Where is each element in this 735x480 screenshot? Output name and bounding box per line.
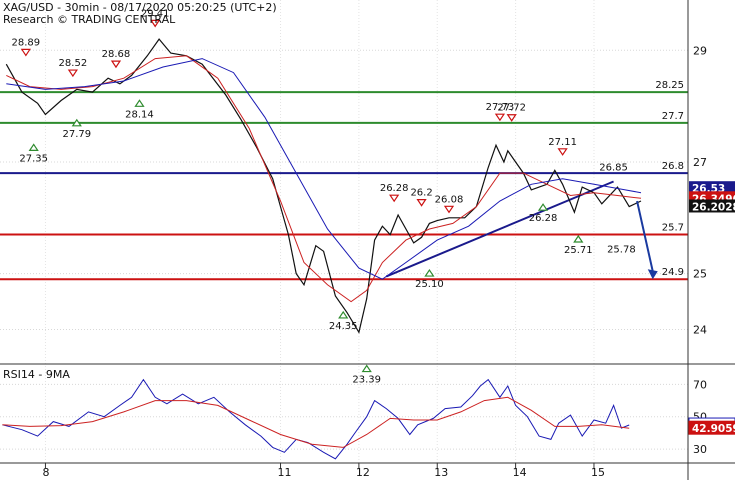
- swing-low-label: 27.35: [19, 153, 48, 164]
- swing-low-label: 24.35: [329, 321, 358, 332]
- level-label: 27.7: [662, 111, 684, 122]
- time-axis-tick-label: 11: [278, 466, 292, 479]
- level-label: 26.8: [662, 161, 684, 172]
- swing-low-label: 27.79: [62, 129, 91, 140]
- swing-high-label: 26.08: [435, 194, 464, 205]
- level-label: 24.9: [662, 267, 684, 278]
- swing-low-label: 26.28: [529, 213, 558, 224]
- indicator-axis-ticks: 705030: [693, 378, 707, 456]
- swing-low-label: 25.10: [415, 279, 444, 290]
- time-axis-tick-label: 8: [42, 466, 49, 479]
- swing-low-label: 23.39: [352, 375, 381, 386]
- price-tags: 26.5326.349626.2028: [689, 181, 735, 213]
- price-axis-tick-label: 25: [693, 268, 707, 281]
- swing-high-label: 26.28: [380, 183, 409, 194]
- price-axis-tick-label: 27: [693, 156, 707, 169]
- indicator-value-tags: 44.863242.9059: [688, 417, 735, 435]
- price-axis-tick-label: 29: [693, 44, 707, 57]
- time-axis-tick-label: 15: [591, 466, 605, 479]
- indicator-axis-tick-label: 70: [693, 378, 707, 391]
- time-axis-tick-label: 12: [356, 466, 370, 479]
- swing-low-label: 25.71: [564, 245, 593, 256]
- swing-high-label: 28.68: [102, 49, 131, 60]
- swing-low-label: 28.14: [125, 109, 154, 120]
- swing-high-label: 27.11: [548, 137, 577, 148]
- chart-background: [0, 0, 735, 480]
- swing-high-label: 27.72: [497, 103, 526, 114]
- swing-high-label: 26.2: [410, 188, 432, 199]
- price-axis-tick-label: 24: [693, 323, 707, 336]
- indicator-tag-label: 42.9059: [692, 423, 735, 435]
- annotation-label: 25.78: [607, 244, 636, 255]
- indicator-axis-tick-label: 30: [693, 443, 707, 456]
- level-label: 28.25: [655, 80, 684, 91]
- chart-source: Research © TRADING CENTRAL: [3, 13, 176, 26]
- swing-high-label: 28.52: [59, 58, 88, 69]
- chart-canvas: 28.2527.726.825.724.9 28.8928.5228.6829.…: [0, 0, 735, 480]
- price-tag-label: 26.2028: [692, 201, 735, 213]
- annotation-label: 26.85: [599, 162, 628, 173]
- level-label: 25.7: [662, 223, 684, 234]
- time-axis-tick-label: 14: [513, 466, 527, 479]
- indicator-title: RSI14 - 9MA: [3, 368, 70, 381]
- time-axis-tick-label: 13: [434, 466, 448, 479]
- swing-high-label: 28.89: [12, 37, 41, 48]
